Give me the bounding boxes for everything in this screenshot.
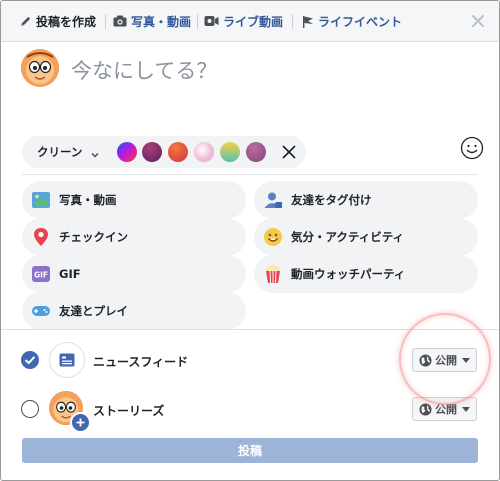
post-button[interactable]: 投稿 <box>22 438 478 463</box>
action-gif[interactable]: GIF GIF <box>22 255 246 293</box>
background-selector: クリーン <box>22 136 306 168</box>
highlight-circle <box>399 313 491 405</box>
emoji-icon[interactable] <box>460 136 484 164</box>
live-video-icon <box>204 15 219 27</box>
tab-live-video[interactable]: ライブ動画 <box>204 1 283 41</box>
tag-friends-icon <box>262 189 284 211</box>
gif-icon: GIF <box>30 263 52 285</box>
background-swatch[interactable] <box>117 142 137 162</box>
svg-text:GIF: GIF <box>34 271 48 280</box>
checkbox-news-feed[interactable] <box>21 351 39 369</box>
action-tag-friends[interactable]: 友達をタグ付け <box>254 181 478 219</box>
tab-photo-video[interactable]: 写真・動画 <box>113 1 191 41</box>
smiley-icon <box>262 226 284 248</box>
action-feeling-activity[interactable]: 気分・アクティビティ <box>254 218 478 256</box>
action-watch-party[interactable]: 動画ウォッチパーティ <box>254 255 478 293</box>
background-swatch[interactable] <box>220 142 240 162</box>
caret-down-icon <box>462 406 470 412</box>
globe-icon <box>419 402 432 416</box>
add-story-icon <box>70 412 91 433</box>
destination-label: ニュースフィード <box>93 355 189 369</box>
checkbox-stories[interactable] <box>21 400 39 418</box>
camera-icon <box>113 15 127 27</box>
post-composer[interactable]: 今なにしてる？ <box>21 49 481 129</box>
close-icon[interactable] <box>471 13 487 29</box>
close-icon[interactable] <box>281 144 297 164</box>
location-pin-icon <box>30 226 52 248</box>
background-style-label[interactable]: クリーン <box>37 144 82 160</box>
background-swatch[interactable] <box>142 142 162 162</box>
gamepad-icon <box>30 300 52 322</box>
dialog-header: 投稿を作成 写真・動画 ライブ動画 ライフイベント <box>1 1 499 42</box>
background-swatch[interactable] <box>246 142 266 162</box>
destination-label: ストーリーズ <box>93 404 165 418</box>
create-post-dialog: 投稿を作成 写真・動画 ライブ動画 ライフイベント 今なにしてる？ クリーン 写… <box>0 0 500 481</box>
user-avatar <box>21 49 59 87</box>
tab-create-post[interactable]: 投稿を作成 <box>19 1 96 41</box>
action-play-with-friends[interactable]: 友達とプレイ <box>22 292 246 330</box>
pencil-icon <box>19 15 32 28</box>
news-feed-icon <box>49 342 85 378</box>
background-swatch[interactable] <box>168 142 188 162</box>
action-check-in[interactable]: チェックイン <box>22 218 246 256</box>
composer-placeholder[interactable]: 今なにしてる？ <box>71 55 217 85</box>
background-swatch[interactable] <box>194 142 214 162</box>
flag-icon <box>302 15 314 28</box>
chevron-down-icon[interactable] <box>90 145 100 164</box>
photo-icon <box>30 189 52 211</box>
popcorn-icon <box>262 263 284 285</box>
action-photo-video[interactable]: 写真・動画 <box>22 181 246 219</box>
tab-life-event[interactable]: ライフイベント <box>302 1 402 41</box>
